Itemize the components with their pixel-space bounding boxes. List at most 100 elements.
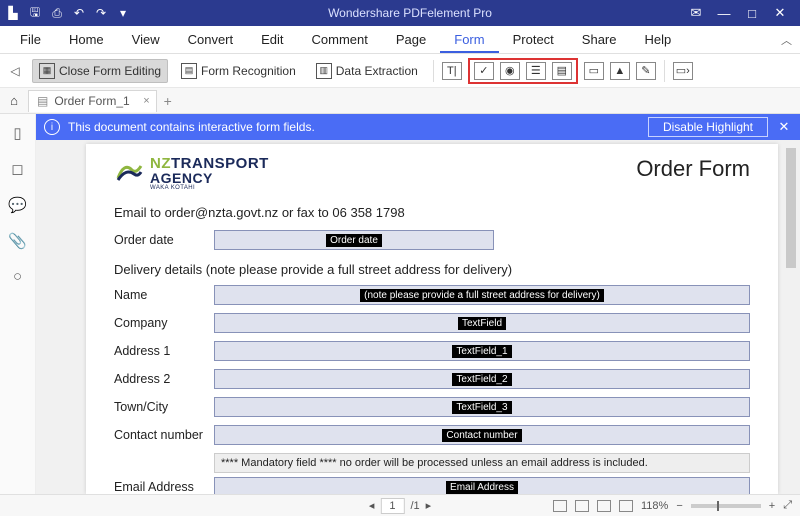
field-address2[interactable]: TextField_2 — [214, 369, 750, 389]
document-tab[interactable]: ▤ Order Form_1 × — [28, 90, 157, 112]
section-delivery: Delivery details (note please provide a … — [114, 262, 750, 277]
close-window-icon[interactable]: ✕ — [772, 5, 788, 21]
vertical-scrollbar[interactable] — [786, 144, 796, 490]
collapse-ribbon-icon[interactable]: ︿ — [781, 32, 792, 48]
close-banner-icon[interactable]: ✕ — [776, 119, 792, 135]
undo-icon[interactable]: ↶ — [70, 4, 88, 22]
view-two-icon[interactable] — [597, 500, 611, 512]
label-town: Town/City — [114, 400, 214, 414]
tag-town: TextField_3 — [452, 401, 511, 414]
minimize-icon[interactable]: ― — [716, 5, 732, 21]
save-icon[interactable]: 🖫 — [26, 4, 44, 22]
banner-message: This document contains interactive form … — [68, 120, 315, 134]
menu-edit[interactable]: Edit — [247, 26, 297, 53]
search-panel-icon[interactable]: ○ — [13, 268, 22, 285]
field-email[interactable]: Email Address — [214, 477, 750, 494]
radio-tool-icon[interactable]: ◉ — [500, 62, 520, 80]
menu-home[interactable]: Home — [55, 26, 118, 53]
tag-contact: Contact number — [442, 429, 521, 442]
row-email: Email Address Email Address — [114, 477, 750, 494]
menu-file[interactable]: File — [6, 26, 55, 53]
label-contact: Contact number — [114, 428, 214, 442]
thumbnails-icon[interactable]: ▯ — [13, 124, 21, 142]
zoom-out-icon[interactable]: − — [676, 500, 682, 512]
logo-text: NZTRANSPORT AGENCY WAKA KOTAHI — [150, 156, 269, 191]
zoom-in-icon[interactable]: + — [769, 500, 775, 512]
tag-address2: TextField_2 — [452, 373, 511, 386]
mandatory-note: **** Mandatory field **** no order will … — [214, 453, 750, 473]
menu-page[interactable]: Page — [382, 26, 440, 53]
page-prev-icon[interactable]: ◂ — [369, 499, 375, 512]
maximize-icon[interactable]: □ — [744, 5, 760, 21]
field-contact[interactable]: Contact number — [214, 425, 750, 445]
bookmarks-icon[interactable]: ◻ — [11, 160, 23, 178]
scrollbar-thumb[interactable] — [786, 148, 796, 268]
form-recognition-icon: ▤ — [181, 63, 197, 79]
label-name: Name — [114, 288, 214, 302]
intro-text: Email to order@nzta.govt.nz or fax to 06… — [114, 205, 750, 220]
menu-comment[interactable]: Comment — [298, 26, 382, 53]
field-address1[interactable]: TextField_1 — [214, 341, 750, 361]
ribbon-separator — [433, 60, 434, 82]
close-form-editing-button[interactable]: ▦ Close Form Editing — [32, 59, 168, 83]
mail-icon[interactable]: ✉ — [688, 5, 704, 21]
document-viewer: i This document contains interactive for… — [36, 114, 800, 494]
doc-tab-label: Order Form_1 — [54, 94, 129, 108]
menu-bar: File Home View Convert Edit Comment Page… — [0, 26, 800, 54]
signature-tool-icon[interactable]: ✎ — [636, 62, 656, 80]
print-icon[interactable]: ⎙ — [48, 4, 66, 22]
page-next-icon[interactable]: ▸ — [426, 499, 432, 512]
attachments-icon[interactable]: 📎 — [8, 232, 27, 250]
menu-share[interactable]: Share — [568, 26, 631, 53]
menu-convert[interactable]: Convert — [174, 26, 248, 53]
tag-name: (note please provide a full street addre… — [360, 289, 604, 302]
page-current[interactable]: 1 — [380, 498, 404, 514]
logo-agency: AGENCY — [150, 171, 269, 185]
redo-icon[interactable]: ↷ — [92, 4, 110, 22]
zoom-slider[interactable] — [691, 504, 761, 508]
tag-company: TextField — [458, 317, 506, 330]
new-tab-icon[interactable]: + — [157, 93, 179, 109]
form-recognition-button[interactable]: ▤ Form Recognition — [174, 59, 303, 83]
ribbon-back-icon[interactable]: ◁ — [6, 62, 24, 80]
work-area: ▯ ◻ 💬 📎 ○ i This document contains inter… — [0, 114, 800, 494]
view-single-icon[interactable] — [553, 500, 567, 512]
image-tool-icon[interactable]: ▲ — [610, 62, 630, 80]
fullscreen-icon[interactable]: ⤢ — [783, 499, 792, 512]
disable-highlight-button[interactable]: Disable Highlight — [648, 117, 768, 137]
combobox-tool-icon[interactable]: ☰ — [526, 62, 546, 80]
label-order-date: Order date — [114, 233, 214, 247]
row-name: Name (note please provide a full street … — [114, 285, 750, 305]
row-address2: Address 2 TextField_2 — [114, 369, 750, 389]
menu-help[interactable]: Help — [631, 26, 686, 53]
field-name[interactable]: (note please provide a full street addre… — [214, 285, 750, 305]
menu-view[interactable]: View — [118, 26, 174, 53]
text-field-tool-icon[interactable]: T| — [442, 62, 462, 80]
menu-protect[interactable]: Protect — [499, 26, 568, 53]
page-title: Order Form — [636, 156, 750, 182]
more-tools-icon[interactable]: ▭› — [673, 62, 693, 80]
checkbox-tool-icon[interactable]: ✓ — [474, 62, 494, 80]
field-order-date[interactable]: Order date — [214, 230, 494, 250]
listbox-tool-icon[interactable]: ▤ — [552, 62, 572, 80]
field-company[interactable]: TextField — [214, 313, 750, 333]
document-tab-strip: ⌂ ▤ Order Form_1 × + — [0, 88, 800, 114]
field-town[interactable]: TextField_3 — [214, 397, 750, 417]
ribbon-separator-2 — [664, 60, 665, 82]
view-continuous-icon[interactable] — [575, 500, 589, 512]
tag-order-date: Order date — [326, 234, 382, 247]
close-form-editing-icon: ▦ — [39, 63, 55, 79]
status-right: 118% − + ⤢ — [553, 499, 792, 512]
data-extraction-button[interactable]: ▥ Data Extraction — [309, 59, 425, 83]
menu-form[interactable]: Form — [440, 26, 498, 53]
home-tab-icon[interactable]: ⌂ — [0, 93, 28, 108]
view-two-cont-icon[interactable] — [619, 500, 633, 512]
button-tool-icon[interactable]: ▭ — [584, 62, 604, 80]
close-tab-icon[interactable]: × — [143, 95, 149, 107]
row-address1: Address 1 TextField_1 — [114, 341, 750, 361]
label-address1: Address 1 — [114, 344, 214, 358]
qat-dropdown-icon[interactable]: ▾ — [114, 4, 132, 22]
status-bar: ◂ 1 /1 ▸ 118% − + ⤢ — [0, 494, 800, 516]
comments-icon[interactable]: 💬 — [8, 196, 27, 214]
page: NZTRANSPORT AGENCY WAKA KOTAHI Order For… — [86, 144, 778, 494]
